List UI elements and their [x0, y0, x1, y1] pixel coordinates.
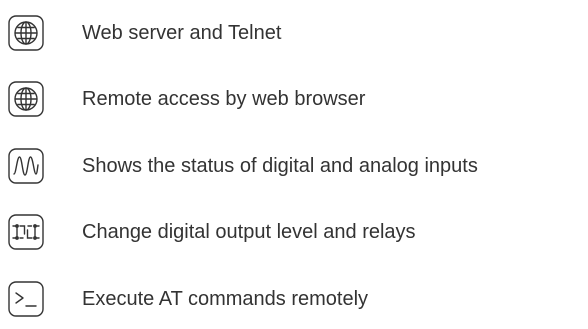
terminal-prompt-icon — [8, 281, 44, 317]
globe-icon — [8, 15, 44, 51]
feature-item-web-server: Web server and Telnet — [8, 13, 583, 53]
waveform-icon — [8, 148, 44, 184]
feature-label: Web server and Telnet — [82, 22, 282, 44]
feature-item-input-status: Shows the status of digital and analog i… — [8, 146, 583, 186]
relay-switch-icon — [8, 214, 44, 250]
feature-label: Shows the status of digital and analog i… — [82, 155, 478, 177]
feature-label: Remote access by web browser — [82, 88, 366, 110]
feature-label: Change digital output level and relays — [82, 221, 416, 243]
feature-list: Web server and Telnet Remote access by w… — [0, 0, 588, 329]
globe-icon — [8, 81, 44, 117]
feature-item-digital-output: Change digital output level and relays — [8, 212, 583, 252]
feature-item-remote-access: Remote access by web browser — [8, 79, 583, 119]
feature-item-at-commands: Execute AT commands remotely — [8, 279, 583, 319]
feature-label: Execute AT commands remotely — [82, 288, 369, 310]
